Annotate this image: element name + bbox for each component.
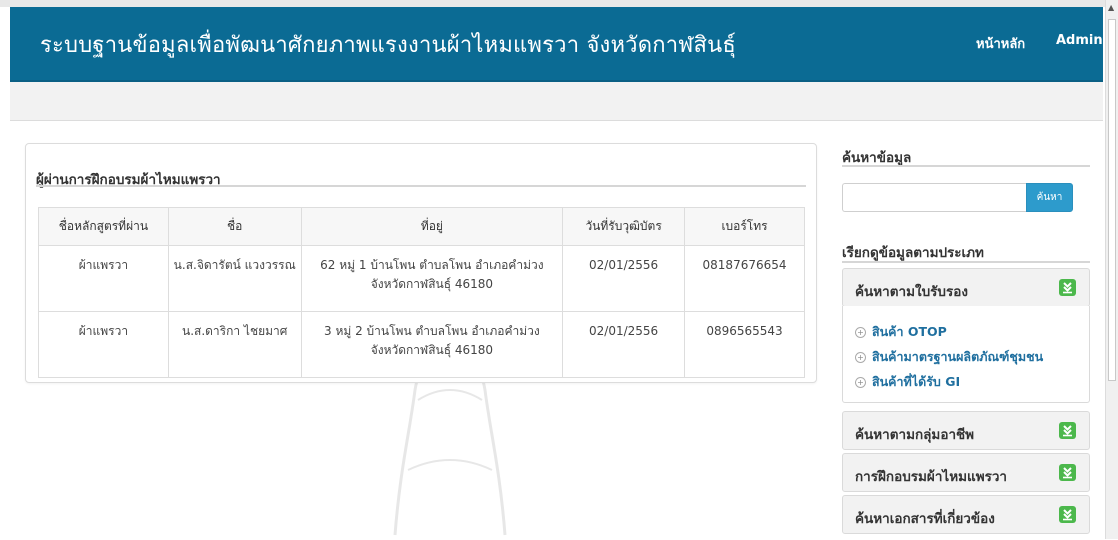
cell-name: น.ส.ดาริกา ไชยมาศ bbox=[167, 311, 302, 378]
accordion-label: ค้นหาเอกสารที่เกี่ยวข้อง bbox=[855, 511, 995, 527]
search-heading-divider bbox=[842, 165, 1090, 167]
nav-admin-link[interactable]: Admin bbox=[1056, 33, 1103, 48]
search-input[interactable] bbox=[842, 183, 1026, 212]
cell-phone: 08187676654 bbox=[684, 245, 805, 312]
list-item-otop[interactable]: + สินค้า OTOP bbox=[855, 322, 947, 342]
cell-course: ผ้าแพรวา bbox=[38, 245, 169, 312]
column-header-name: ชื่อ bbox=[167, 207, 302, 246]
accordion-label: การฝึกอบรมผ้าไหมแพรวา bbox=[855, 469, 1008, 485]
cell-name: น.ส.จิดารัตน์ แวงวรรณ bbox=[167, 245, 302, 312]
list-item-label: สินค้ามาตรฐานผลิตภัณฑ์ชุมชน bbox=[872, 349, 1044, 364]
category-heading: เรียกดูข้อมูลตามประเภท bbox=[842, 245, 984, 261]
cell-address: 3 หมู่ 2 บ้านโพน ตำบลโพน อำเภอคำม่วง จัง… bbox=[300, 311, 564, 378]
expand-bullet-icon: + bbox=[855, 352, 866, 363]
list-item-label: สินค้าที่ได้รับ GI bbox=[872, 374, 961, 389]
expand-bullet-icon: + bbox=[855, 327, 866, 338]
download-icon bbox=[1059, 279, 1076, 296]
sub-navbar bbox=[10, 82, 1103, 121]
download-icon bbox=[1059, 506, 1076, 523]
column-header-phone: เบอร์โทร bbox=[684, 207, 805, 246]
table-header-row: ชื่อหลักสูตรที่ผ่าน ชื่อ ที่อยู่ วันที่ร… bbox=[38, 207, 805, 246]
accordion-certificate[interactable]: ค้นหาตามใบรับรอง bbox=[842, 268, 1090, 307]
download-icon bbox=[1059, 464, 1076, 481]
vertical-scrollbar[interactable]: ▲ bbox=[1105, 0, 1118, 539]
accordion-training[interactable]: การฝึกอบรมผ้าไหมแพรวา bbox=[842, 453, 1090, 492]
download-icon bbox=[1059, 422, 1076, 439]
list-item-label: สินค้า OTOP bbox=[872, 324, 947, 339]
search-button[interactable]: ค้นหา bbox=[1026, 183, 1073, 212]
cell-date: 02/01/2556 bbox=[562, 311, 686, 378]
scroll-up-arrow-icon[interactable]: ▲ bbox=[1108, 3, 1114, 12]
column-header-date: วันที่รับวุฒิบัตร bbox=[562, 207, 686, 246]
accordion-label: ค้นหาตามใบรับรอง bbox=[855, 284, 968, 300]
table-row: ผ้าแพรวา น.ส.ดาริกา ไชยมาศ 3 หมู่ 2 บ้าน… bbox=[38, 311, 805, 378]
accordion-label: ค้นหาตามกลุ่มอาชีพ bbox=[855, 427, 975, 443]
trainees-table: ชื่อหลักสูตรที่ผ่าน ชื่อ ที่อยู่ วันที่ร… bbox=[38, 207, 805, 378]
list-item-community-standard[interactable]: + สินค้ามาตรฐานผลิตภัณฑ์ชุมชน bbox=[855, 347, 1043, 367]
list-item-gi[interactable]: + สินค้าที่ได้รับ GI bbox=[855, 372, 960, 392]
cell-course: ผ้าแพรวา bbox=[38, 311, 169, 378]
nav-home-link[interactable]: หน้าหลัก bbox=[976, 33, 1025, 54]
expand-bullet-icon: + bbox=[855, 377, 866, 388]
category-heading-divider bbox=[842, 261, 1090, 263]
cell-address: 62 หมู่ 1 บ้านโพน ตำบลโพน อำเภอคำม่วง จั… bbox=[300, 245, 564, 312]
accordion-documents[interactable]: ค้นหาเอกสารที่เกี่ยวข้อง bbox=[842, 495, 1090, 534]
column-header-course: ชื่อหลักสูตรที่ผ่าน bbox=[38, 207, 169, 246]
scrollbar-thumb[interactable] bbox=[1108, 19, 1116, 381]
accordion-occupation-group[interactable]: ค้นหาตามกลุ่มอาชีพ bbox=[842, 411, 1090, 450]
browser-top-strip bbox=[0, 0, 1105, 7]
site-header: ระบบฐานข้อมูลเพื่อพัฒนาศักยภาพแรงงานผ้าไ… bbox=[10, 7, 1103, 82]
cell-date: 02/01/2556 bbox=[562, 245, 686, 312]
accordion-certificate-body: + สินค้า OTOP + สินค้ามาตรฐานผลิตภัณฑ์ชุมช… bbox=[842, 306, 1090, 403]
site-title: ระบบฐานข้อมูลเพื่อพัฒนาศักยภาพแรงงานผ้าไ… bbox=[40, 33, 737, 58]
panel-divider bbox=[36, 185, 806, 187]
cell-phone: 0896565543 bbox=[684, 311, 805, 378]
trainees-panel: ผู้ผ่านการฝึกอบรมผ้าไหมแพรวา ชื่อหลักสูต… bbox=[25, 143, 817, 383]
column-header-address: ที่อยู่ bbox=[300, 207, 564, 246]
table-row: ผ้าแพรวา น.ส.จิดารัตน์ แวงวรรณ 62 หมู่ 1… bbox=[38, 245, 805, 312]
